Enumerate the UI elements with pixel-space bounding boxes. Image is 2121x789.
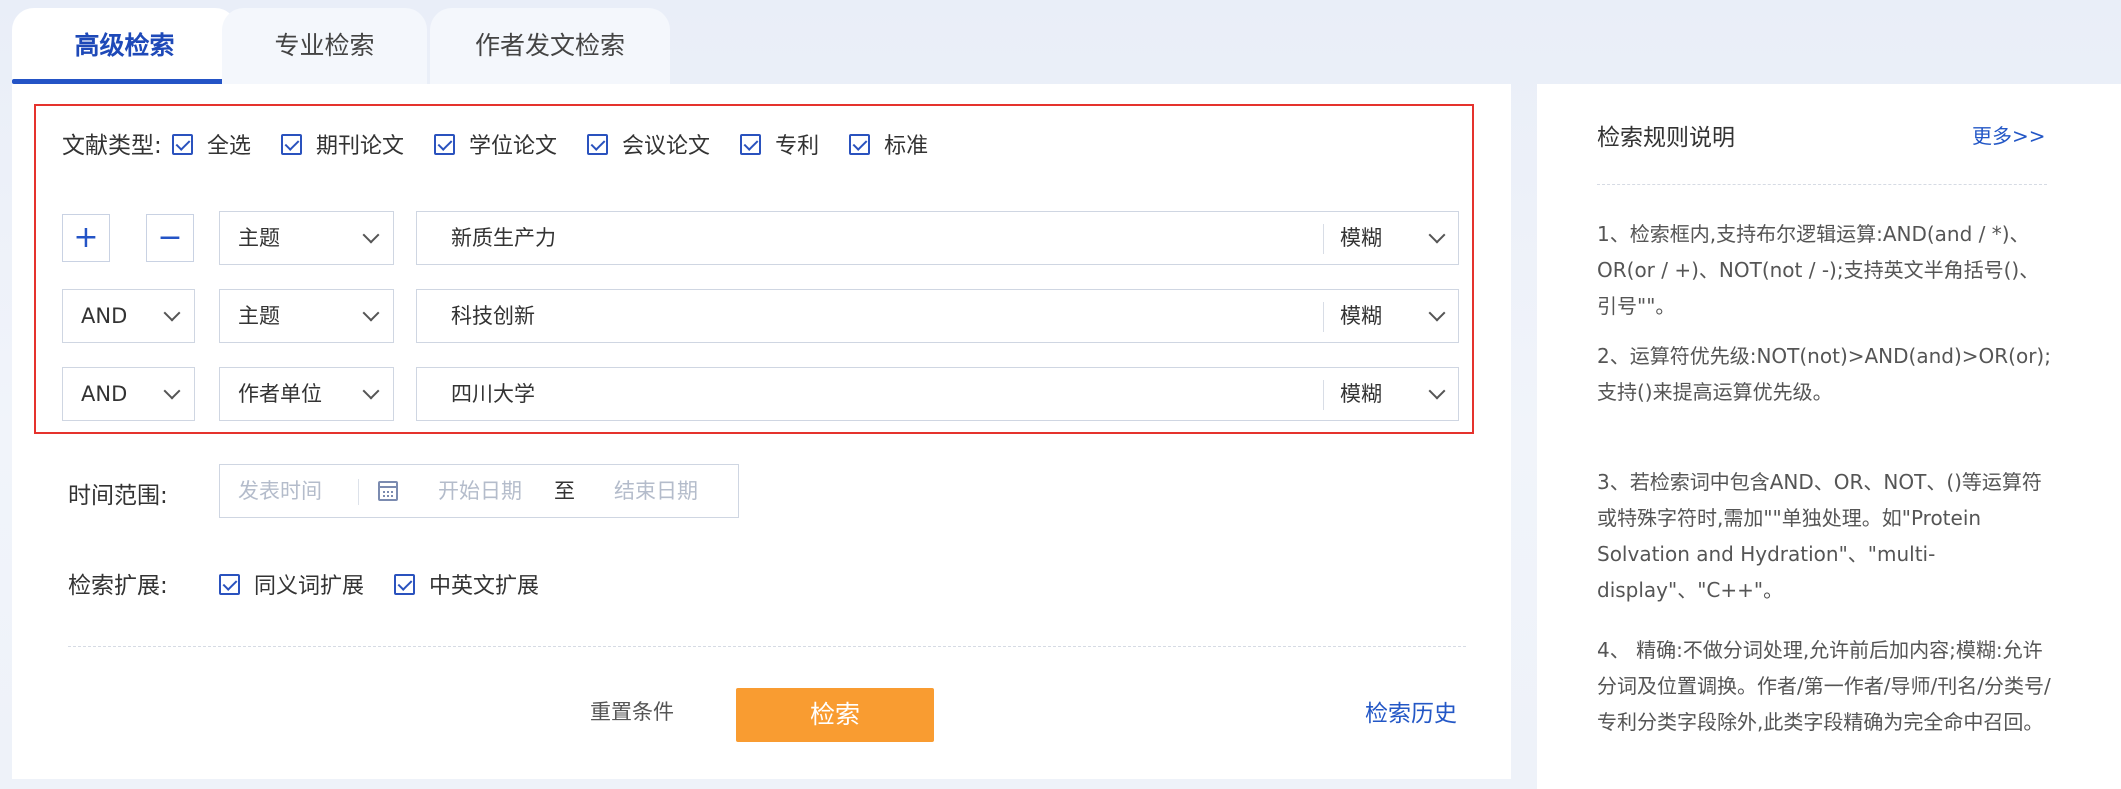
calendar-icon [378, 481, 398, 501]
term-input-value: 四川大学 [451, 382, 535, 406]
checkbox-label: 期刊论文 [316, 134, 405, 159]
term-input-2[interactable]: 科技创新 模糊 [416, 289, 1459, 343]
checkbox-label: 标准 [884, 134, 929, 159]
checkbox-icon[interactable] [849, 133, 871, 155]
start-date-input[interactable]: 开始日期 [438, 465, 522, 517]
rule-item: 3、若检索词中包含AND、OR、NOT、()等运算符或特殊字符时,需加""单独处… [1597, 470, 2042, 602]
query-builder: 文献类型: 全选 期刊论文 学位论文 会议论文 专利 标准 + − 主题 新质生… [34, 104, 1474, 434]
time-range-picker[interactable]: 发表时间 开始日期 至 结束日期 [219, 464, 739, 518]
chevron-down-icon [1428, 226, 1446, 244]
remove-row-button[interactable]: − [146, 214, 194, 262]
rule-item: 4、 精确:不做分词处理,允许前后加内容;模糊:允许分词及位置调换。作者/第一作… [1597, 638, 2051, 734]
expansion-label: 检索扩展: [68, 573, 168, 599]
rule-item: 1、检索框内,支持布尔逻辑运算:AND(and / *)、OR(or / +)、… [1597, 222, 2040, 318]
tab-professional-search[interactable]: 专业检索 [222, 8, 427, 84]
checkbox-journal[interactable]: 期刊论文 [281, 128, 404, 160]
search-rules-panel: 检索规则说明 更多>> 1、检索框内,支持布尔逻辑运算:AND(and / *)… [1537, 84, 2121, 789]
term-input-value: 新质生产力 [451, 226, 556, 250]
field-select-1[interactable]: 主题 [219, 211, 394, 265]
logic-select-value: AND [81, 382, 128, 406]
checkbox-label: 专利 [775, 134, 820, 159]
checkbox-icon[interactable] [281, 133, 303, 155]
logic-select-value: AND [81, 304, 128, 328]
checkbox-conference[interactable]: 会议论文 [587, 128, 710, 160]
term-input-3[interactable]: 四川大学 模糊 [416, 367, 1459, 421]
checkbox-label: 会议论文 [622, 134, 711, 159]
checkbox-label: 同义词扩展 [254, 574, 365, 599]
match-select-value: 模糊 [1340, 226, 1382, 250]
date-type-select[interactable]: 发表时间 [238, 465, 322, 517]
checkbox-icon[interactable] [434, 133, 456, 155]
reset-button[interactable]: 重置条件 [590, 696, 674, 726]
logic-select-2[interactable]: AND [62, 289, 195, 343]
field-select-value: 主题 [238, 226, 280, 250]
checkbox-synonym-expansion[interactable]: 同义词扩展 [219, 568, 364, 600]
chevron-down-icon [362, 226, 380, 244]
checkbox-icon[interactable] [219, 573, 240, 595]
checkbox-patent[interactable]: 专利 [740, 128, 819, 160]
logic-select-3[interactable]: AND [62, 367, 195, 421]
checkbox-standard[interactable]: 标准 [849, 128, 928, 160]
checkbox-icon[interactable] [740, 133, 762, 155]
chevron-down-icon [362, 382, 380, 400]
field-select-value: 主题 [238, 304, 280, 328]
date-range-separator: 至 [554, 479, 575, 503]
search-button[interactable]: 检索 [736, 688, 934, 742]
divider [68, 646, 1466, 647]
checkbox-icon[interactable] [587, 133, 609, 155]
end-date-input[interactable]: 结束日期 [614, 465, 698, 517]
checkbox-icon[interactable] [394, 573, 416, 595]
term-input-value: 科技创新 [451, 304, 535, 328]
page: 高级检索 专业检索 作者发文检索 文献类型: 全选 期刊论文 学位论文 会议论文… [0, 0, 2121, 789]
match-select-3[interactable]: 模糊 [1324, 368, 1459, 420]
field-select-value: 作者单位 [238, 382, 322, 406]
match-select-value: 模糊 [1340, 382, 1382, 406]
chevron-down-icon [163, 382, 181, 400]
checkbox-select-all[interactable]: 全选 [172, 128, 251, 160]
doc-type-options: 全选 期刊论文 学位论文 会议论文 专利 标准 [172, 128, 958, 160]
tab-advanced-search[interactable]: 高级检索 [12, 8, 237, 84]
checkbox-label: 中英文扩展 [429, 574, 540, 599]
more-link[interactable]: 更多>> [1972, 120, 2046, 149]
checkbox-label: 学位论文 [469, 134, 558, 159]
term-input-1[interactable]: 新质生产力 模糊 [416, 211, 1459, 265]
doc-type-label: 文献类型: [62, 133, 162, 159]
divider [358, 479, 359, 505]
checkbox-label: 全选 [207, 134, 252, 159]
rule-item: 2、运算符优先级:NOT(not)>AND(and)>OR(or);支持()来提… [1597, 344, 2051, 404]
match-select-1[interactable]: 模糊 [1324, 212, 1459, 264]
field-select-2[interactable]: 主题 [219, 289, 394, 343]
checkbox-icon[interactable] [172, 133, 193, 155]
checkbox-bilingual-expansion[interactable]: 中英文扩展 [394, 568, 539, 600]
checkbox-thesis[interactable]: 学位论文 [434, 128, 557, 160]
time-range-label: 时间范围: [68, 483, 168, 509]
chevron-down-icon [163, 304, 181, 322]
search-history-link[interactable]: 检索历史 [1365, 694, 1457, 728]
chevron-down-icon [1428, 382, 1446, 400]
divider [1597, 184, 2047, 185]
tab-author-search[interactable]: 作者发文检索 [430, 8, 670, 84]
match-select-2[interactable]: 模糊 [1324, 290, 1459, 342]
field-select-3[interactable]: 作者单位 [219, 367, 394, 421]
chevron-down-icon [362, 304, 380, 322]
rules-title: 检索规则说明 [1597, 125, 1735, 151]
match-select-value: 模糊 [1340, 304, 1382, 328]
add-row-button[interactable]: + [62, 214, 110, 262]
chevron-down-icon [1428, 304, 1446, 322]
advanced-search-panel: 文献类型: 全选 期刊论文 学位论文 会议论文 专利 标准 + − 主题 新质生… [12, 84, 1511, 779]
expansion-options: 同义词扩展 中英文扩展 [219, 568, 569, 600]
